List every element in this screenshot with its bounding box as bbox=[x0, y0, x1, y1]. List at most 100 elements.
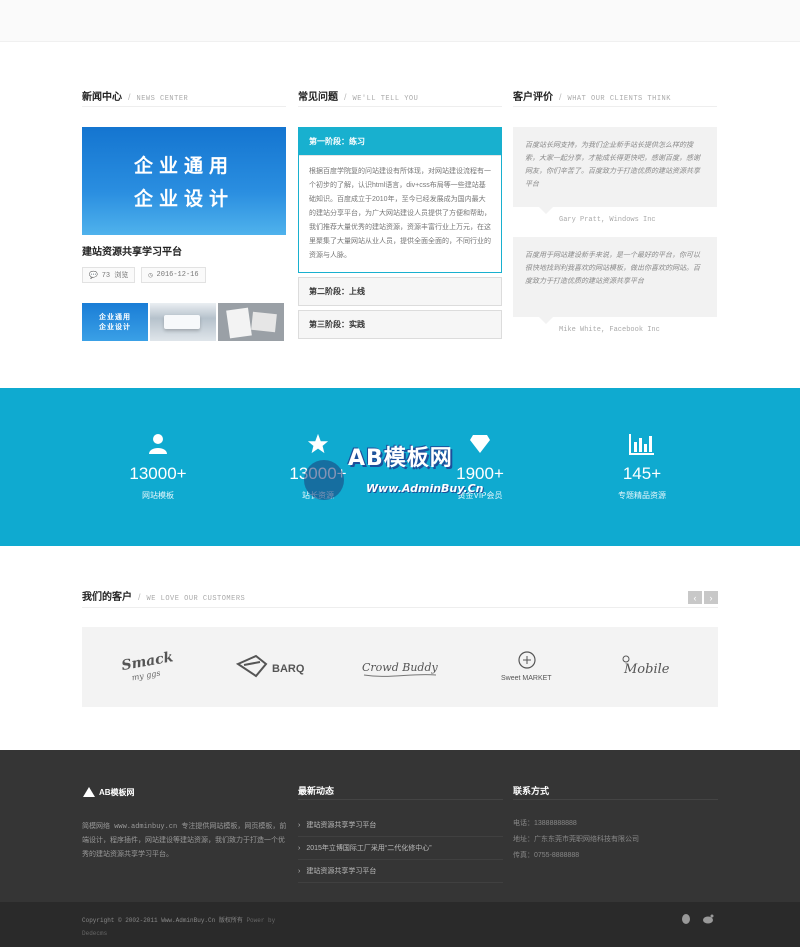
footer-latest-text: 建站资源共享学习平台 bbox=[306, 868, 377, 875]
reviews-heading: 客户评价 / WHAT OUR CLIENTS THINK bbox=[513, 88, 717, 107]
thumb1-line-2: 企业设计 bbox=[99, 324, 131, 331]
thumbnail-2[interactable] bbox=[150, 303, 216, 341]
stat-label: 网站模板 bbox=[142, 491, 174, 500]
footer-latest-text: 建站资源共享学习平台 bbox=[306, 822, 377, 829]
footer-contact: 联系方式 电话：13888888888 地址：广东东莞市莞职网络科技有限公司 传… bbox=[513, 784, 718, 864]
watermark-emblem bbox=[304, 460, 344, 500]
faq-item-2: 第二阶段：上线 bbox=[298, 277, 502, 306]
powered-by: Power by bbox=[246, 917, 276, 924]
footer-latest-title: 最新动态 bbox=[298, 784, 503, 800]
chevron-right-icon: › bbox=[298, 844, 301, 852]
faq-section: 常见问题 / WE'LL TELL YOU 第一阶段：练习 根据百度学院复的问站… bbox=[298, 88, 502, 343]
news-article-title[interactable]: 建站资源共享学习平台 bbox=[82, 243, 286, 258]
bottom-bar: Copyright © 2002-2011 Www.AdminBuy.Cn 版权… bbox=[0, 902, 800, 947]
prev-arrow-button[interactable]: ‹ bbox=[688, 591, 702, 604]
clients-title: 我们的客户 bbox=[82, 592, 132, 603]
copyright: Copyright © 2002-2011 Www.AdminBuy.Cn 版权… bbox=[82, 914, 282, 940]
chevron-right-icon: › bbox=[298, 821, 301, 829]
reviews-section: 客户评价 / WHAT OUR CLIENTS THINK 百度站长网支持，为我… bbox=[513, 88, 717, 347]
news-section: 新闻中心 / NEWS CENTER 企业通用 企业设计 建站资源共享学习平台 … bbox=[82, 88, 286, 341]
reviews-subtitle: WHAT OUR CLIENTS THINK bbox=[567, 95, 671, 103]
svg-text:Mobile: Mobile bbox=[623, 662, 670, 677]
next-arrow-button[interactable]: › bbox=[704, 591, 718, 604]
footer-contact-title: 联系方式 bbox=[513, 784, 718, 800]
title-separator: / bbox=[344, 92, 347, 102]
client-logo-smack[interactable]: Smack my ggs bbox=[101, 647, 191, 687]
faq-item-1-header[interactable]: 第一阶段：练习 bbox=[299, 128, 501, 155]
footer-logo[interactable]: AB模板网 bbox=[82, 784, 287, 800]
title-separator: / bbox=[138, 592, 141, 602]
footer-latest-link[interactable]: › 建站资源共享学习平台 bbox=[298, 814, 503, 837]
review-2-text: 百度用于网站建设新手来说，是一个最好的平台，你可以很快地找到利我喜欢的网站模板，… bbox=[513, 237, 717, 324]
faq-heading: 常见问题 / WE'LL TELL YOU bbox=[298, 88, 502, 107]
copyright-text: Copyright © 2002-2011 Www.AdminBuy.Cn 版权… bbox=[82, 917, 243, 924]
news-hero-image[interactable]: 企业通用 企业设计 bbox=[82, 127, 286, 235]
review-1-author: Gary Pratt, Windows Inc bbox=[559, 216, 656, 224]
thumbnail-3[interactable] bbox=[218, 303, 284, 341]
clock-icon: ◷ bbox=[148, 271, 153, 280]
user-icon bbox=[98, 432, 218, 456]
footer-logo-text: AB模板网 bbox=[99, 787, 135, 797]
watermark: AB模板网 Www.AdminBuy.Cn bbox=[300, 438, 500, 510]
faq-title: 常见问题 bbox=[298, 92, 338, 103]
contact-fax: 传真：0755-8888888 bbox=[513, 852, 580, 859]
contact-phone: 电话：13888888888 bbox=[513, 820, 577, 827]
comment-count: 💬 73 浏览 bbox=[82, 267, 136, 283]
faq-item-3-header[interactable]: 第三阶段：实践 bbox=[299, 311, 501, 338]
comment-icon: 💬 bbox=[89, 271, 98, 280]
review-1-text: 百度站长网支持，为我们企业新手站长提供怎么样的搜索，大家一起分享，才能成长得更快… bbox=[513, 127, 717, 214]
stat-templates: 13000+ 网站模板 bbox=[98, 432, 218, 501]
faq-item-1-body: 根据百度学院复的问站建设有所体现，对网站建设流程有一个初步的了解，认识html语… bbox=[299, 155, 501, 272]
footer-about-text: 简模网络 www.adminbuy.cn 专注提供网站模板，网页模板，前端设计，… bbox=[82, 823, 287, 859]
stat-label: 专题精品资源 bbox=[618, 491, 666, 500]
top-strip bbox=[0, 0, 800, 42]
watermark-url: Www.AdminBuy.Cn bbox=[366, 482, 484, 495]
faq-item-1: 第一阶段：练习 根据百度学院复的问站建设有所体现，对网站建设流程有一个初步的了解… bbox=[298, 127, 502, 273]
news-subtitle: NEWS CENTER bbox=[136, 95, 189, 103]
footer-latest-link[interactable]: › 2015年立博国际工厂采用“二代化修中心” bbox=[298, 837, 503, 860]
faq-subtitle: WE'LL TELL YOU bbox=[352, 95, 419, 103]
faq-item-2-header[interactable]: 第二阶段：上线 bbox=[299, 278, 501, 305]
review-2-author: Mike White, Facebook Inc bbox=[559, 326, 660, 334]
svg-text:Sweet MARKET: Sweet MARKET bbox=[501, 675, 552, 682]
watermark-brand: AB模板网 bbox=[348, 446, 453, 471]
hero-line-1: 企业通用 bbox=[133, 155, 234, 177]
news-date-text: 2016-12-16 bbox=[156, 271, 199, 279]
faq-item-3: 第三阶段：实践 bbox=[298, 310, 502, 339]
svg-text:BARQ: BARQ bbox=[272, 663, 305, 675]
comment-count-text: 73 浏览 bbox=[101, 272, 129, 280]
hero-line-2: 企业设计 bbox=[133, 188, 234, 210]
qq-icon[interactable] bbox=[681, 914, 691, 927]
chevron-right-icon: › bbox=[298, 867, 301, 875]
news-heading: 新闻中心 / NEWS CENTER bbox=[82, 88, 286, 107]
clients-subtitle: WE LOVE OUR CUSTOMERS bbox=[146, 595, 246, 603]
footer: AB模板网 简模网络 www.adminbuy.cn 专注提供网站模板，网页模板… bbox=[0, 750, 800, 902]
thumb1-line-1: 企业通用 bbox=[99, 314, 131, 321]
reviews-title: 客户评价 bbox=[513, 92, 553, 103]
client-logo-crowd-buddy[interactable]: Crowd Buddy bbox=[355, 647, 445, 687]
footer-latest-text: 2015年立博国际工厂采用“二代化修中心” bbox=[306, 845, 432, 852]
social-links bbox=[681, 914, 714, 927]
footer-about: AB模板网 简模网络 www.adminbuy.cn 专注提供网站模板，网页模板… bbox=[82, 784, 287, 862]
news-title: 新闻中心 bbox=[82, 92, 122, 103]
client-logos: Smack my ggs BARQ Crowd Buddy Sweet MARKE… bbox=[82, 627, 718, 707]
chart-icon bbox=[582, 432, 702, 456]
footer-latest: 最新动态 › 建站资源共享学习平台 › 2015年立博国际工厂采用“二代化修中心” … bbox=[298, 784, 503, 883]
clients-heading: 我们的客户 / WE LOVE OUR CUSTOMERS ‹ › bbox=[82, 588, 718, 608]
stat-value: 145+ bbox=[622, 464, 662, 483]
weibo-icon[interactable] bbox=[703, 914, 714, 927]
news-date: ◷ 2016-12-16 bbox=[141, 267, 206, 283]
stat-premium: 145+ 专题精品资源 bbox=[582, 432, 702, 501]
client-logo-mobile[interactable]: Mobile bbox=[609, 647, 699, 687]
svg-text:Crowd Buddy: Crowd Buddy bbox=[362, 661, 439, 674]
title-separator: / bbox=[559, 92, 562, 102]
client-logo-barq[interactable]: BARQ bbox=[228, 647, 318, 687]
title-separator: / bbox=[128, 92, 131, 102]
client-logo-sweet-market[interactable]: Sweet MARKET bbox=[482, 647, 572, 687]
footer-latest-link[interactable]: › 建站资源共享学习平台 bbox=[298, 860, 503, 883]
contact-address: 地址：广东东莞市莞职网络科技有限公司 bbox=[513, 836, 639, 843]
powered-by-link[interactable]: Dedecms bbox=[82, 930, 107, 937]
logo-mark-icon bbox=[83, 787, 95, 797]
thumbnail-1[interactable]: 企业通用 企业设计 bbox=[82, 303, 148, 341]
stat-value: 13000+ bbox=[129, 464, 187, 483]
